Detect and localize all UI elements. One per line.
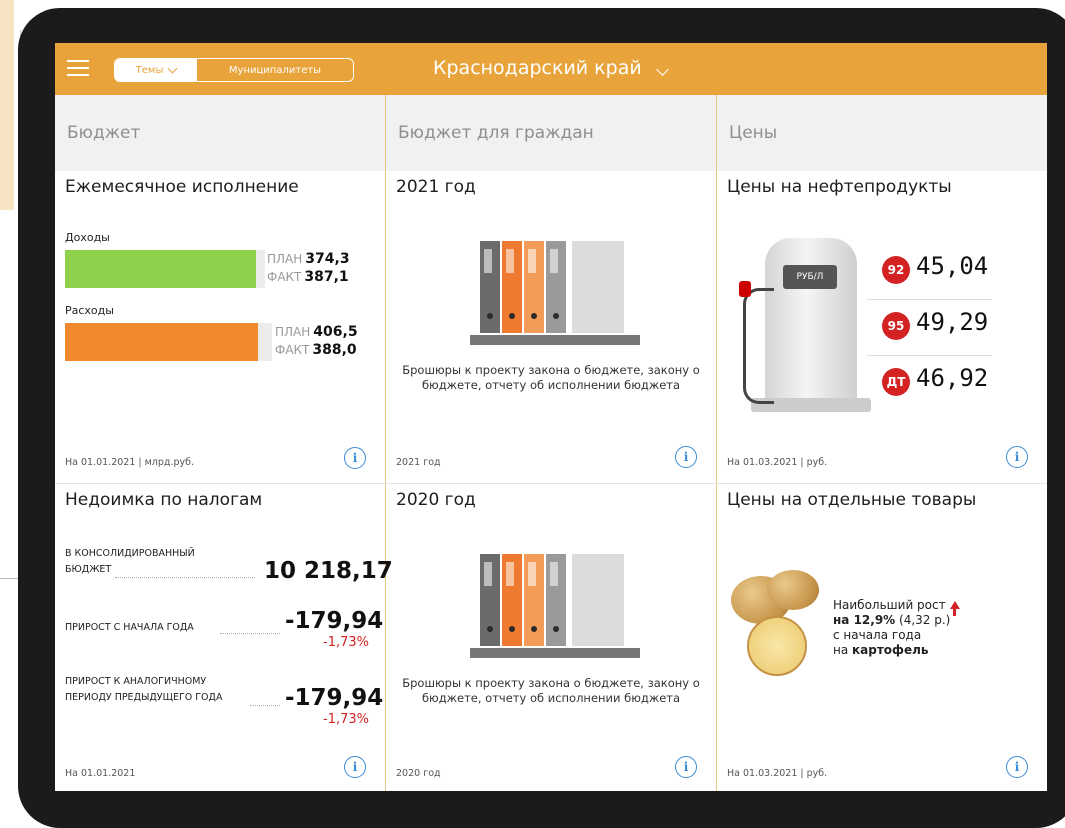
tab-municipalities[interactable]: Муниципалитеты [197, 59, 353, 81]
expense-plan-value: 406,5 [313, 324, 358, 340]
info-icon[interactable]: i [344, 756, 366, 778]
card-title: Цены на нефтепродукты [727, 177, 952, 197]
tab-themes[interactable]: Темы [115, 59, 197, 81]
card-description: Брошюры к проекту закона о бюджете, зако… [402, 676, 700, 705]
fuel-price: 45,04 [916, 252, 989, 280]
fact-label: ФАКТ [275, 343, 310, 357]
card-footer: На 01.03.2021 | руб. [727, 457, 828, 468]
fuel-grade-badge: ДТ [882, 368, 910, 396]
column-title: Цены [729, 123, 778, 143]
card-goods-prices[interactable]: Цены на отдельные товары Наибольший рост… [717, 484, 1047, 791]
fuel-price-dt: ДТ 46,92 [882, 362, 1002, 402]
card-title: 2020 год [396, 490, 476, 510]
card-footer: На 01.01.2021 | млрд.руб. [65, 457, 195, 468]
card-description: Брошюры к проекту закона о бюджете, зако… [402, 363, 700, 392]
card-footer: 2020 год [396, 768, 441, 779]
info-icon[interactable]: i [675, 446, 697, 468]
card-citizens-2020[interactable]: 2020 год Брошюры к проекту закона о бюдж… [386, 484, 716, 791]
fuel-price: 49,29 [916, 308, 989, 336]
goods-summary: Наибольший рост на 12,9% (4,32 р.) с нач… [833, 598, 960, 658]
income-fact-value: 387,1 [304, 269, 349, 285]
leader-dots [220, 632, 280, 634]
growth-prev-percent: -1,73% [323, 712, 369, 727]
top-bar: Темы Муниципалитеты Краснодарский край [55, 43, 1047, 95]
app-screen: Темы Муниципалитеты Краснодарский край Б… [55, 43, 1047, 791]
expense-bar [65, 323, 258, 361]
fuel-divider [867, 299, 992, 300]
info-icon[interactable]: i [1006, 756, 1028, 778]
binders-illustration [470, 235, 640, 345]
region-label: Краснодарский край [433, 57, 642, 79]
card-citizens-2021[interactable]: 2021 год Брошюры к проекту закона о бюдж… [386, 171, 716, 483]
column-header-prices: Цены [717, 95, 1047, 171]
column-title: Бюджет [67, 123, 141, 143]
label-line: ПРИРОСТ К АНАЛОГИЧНОМУ [65, 676, 207, 687]
chevron-down-icon [655, 63, 669, 76]
goods-line: с начала года [833, 628, 922, 642]
background-panel [0, 0, 14, 210]
card-footer: На 01.01.2021 [65, 768, 136, 779]
view-toggle: Темы Муниципалитеты [114, 58, 354, 82]
consolidated-value: 10 218,17 [264, 558, 393, 584]
column-title: Бюджет для граждан [398, 123, 594, 143]
fuel-pump-illustration [765, 238, 857, 408]
tab-themes-label: Темы [135, 64, 164, 76]
fuel-pump-hose [743, 288, 774, 404]
tab-municipalities-label: Муниципалитеты [228, 64, 322, 76]
potato-cut-illustration [747, 616, 807, 676]
goods-line: Наибольший рост [833, 598, 946, 612]
fuel-divider [867, 355, 992, 356]
growth-year-label: ПРИРОСТ С НАЧАЛА ГОДА [65, 622, 194, 633]
binders-illustration [470, 548, 640, 658]
income-label: Доходы [65, 231, 110, 244]
card-tax-arrears[interactable]: Недоимка по налогам В КОНСОЛИДИРОВАННЫЙ … [55, 484, 393, 791]
card-title: Ежемесячное исполнение [65, 177, 299, 197]
column-header-citizens: Бюджет для граждан [386, 95, 716, 171]
leader-dots [250, 704, 280, 706]
income-plan-value: 374,3 [305, 251, 350, 267]
leader-dots [115, 576, 255, 578]
goods-growth-amount: (4,32 р.) [895, 613, 951, 627]
expense-fact-value: 388,0 [312, 342, 357, 358]
card-footer: На 01.03.2021 | руб. [727, 768, 828, 779]
fuel-price: 46,92 [916, 364, 989, 392]
growth-prev-label: ПРИРОСТ К АНАЛОГИЧНОМУ ПЕРИОДУ ПРЕДЫДУЩЕ… [65, 674, 222, 706]
card-title: Недоимка по налогам [65, 490, 263, 510]
arrow-up-icon [949, 601, 960, 609]
menu-icon[interactable] [67, 60, 89, 76]
growth-year-percent: -1,73% [323, 635, 369, 650]
card-footer: 2021 год [396, 457, 441, 468]
fuel-grade-badge: 92 [882, 256, 910, 284]
consolidated-label: В КОНСОЛИДИРОВАННЫЙ БЮДЖЕТ [65, 546, 195, 578]
goods-growth-percent: на 12,9% [833, 613, 896, 627]
info-icon[interactable]: i [344, 447, 366, 469]
goods-product: картофель [852, 643, 929, 657]
card-title: 2021 год [396, 177, 476, 197]
growth-year-value: -179,94 [285, 608, 384, 634]
chevron-down-icon [167, 63, 178, 73]
fuel-price-92: 92 45,04 [882, 250, 1002, 290]
region-selector[interactable]: Краснодарский край [433, 57, 669, 79]
label-line: В КОНСОЛИДИРОВАННЫЙ [65, 548, 195, 559]
income-bar [65, 250, 256, 288]
growth-prev-value: -179,94 [285, 685, 384, 711]
pump-screen-label: РУБ/Л [783, 265, 837, 289]
fuel-price-95: 95 49,29 [882, 306, 1002, 346]
plan-label: ПЛАН [267, 252, 303, 266]
plan-label: ПЛАН [275, 325, 311, 339]
card-title: Цены на отдельные товары [727, 490, 977, 510]
label-line: ПЕРИОДУ ПРЕДЫДУЩЕГО ГОДА [65, 692, 223, 703]
potato-illustration [767, 570, 819, 610]
info-icon[interactable]: i [1006, 446, 1028, 468]
expense-label: Расходы [65, 304, 114, 317]
fact-label: ФАКТ [267, 270, 302, 284]
card-monthly-execution[interactable]: Ежемесячное исполнение Доходы ПЛАН 374,3 … [55, 171, 385, 483]
info-icon[interactable]: i [675, 756, 697, 778]
goods-line: на [833, 643, 853, 657]
column-header-budget: Бюджет [55, 95, 385, 171]
fuel-grade-badge: 95 [882, 312, 910, 340]
fuel-pump-nozzle [739, 281, 751, 297]
